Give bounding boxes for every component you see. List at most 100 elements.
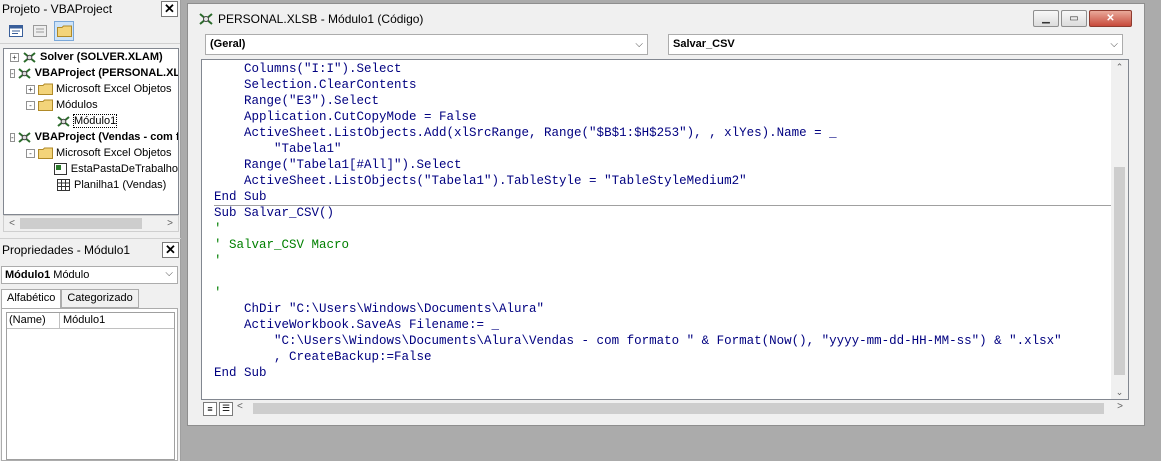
folder-icon [37,98,53,112]
code-bottom-bar: ≡ ☰ < > [201,400,1129,417]
code-line[interactable]: End Sub [214,365,1111,381]
view-object-icon [33,24,47,37]
code-window-titlebar: PERSONAL.XLSB - Módulo1 (Código) [188,4,1144,33]
procedure-view-button[interactable]: ≡ [203,401,217,416]
scroll-thumb[interactable] [1114,167,1125,375]
close-icon: ✕ [165,241,176,257]
tab-categorizado[interactable]: Categorizado [61,289,139,308]
code-comment-line[interactable]: ' [214,253,1111,269]
scroll-thumb[interactable] [20,218,142,229]
tree-item[interactable]: + Solver (SOLVER.XLAM) [4,49,178,65]
code-line[interactable]: Sub Salvar_CSV() [214,205,1111,221]
close-window-button[interactable]: ✕ [1089,10,1132,27]
vba-project-icon [21,50,37,64]
scroll-down-icon[interactable]: ⌄ [1111,387,1128,398]
property-row[interactable]: (Name) Módulo1 [7,313,174,329]
scroll-right-icon[interactable]: > [1117,401,1123,412]
code-line[interactable]: ChDir "C:\Users\Windows\Documents\Alura" [214,301,1111,317]
tree-item-label: Microsoft Excel Objetos [56,147,172,159]
workbook-icon [54,162,68,176]
object-select[interactable]: Módulo1 Módulo ⌵ [1,266,178,284]
code-line[interactable]: "Tabela1" [214,141,1111,157]
close-icon: ✕ [164,1,175,16]
code-line[interactable]: Range("E3").Select [214,93,1111,109]
scroll-left-icon[interactable]: < [237,401,243,412]
tree-item-label: Planilha1 (Vendas) [74,179,167,191]
view-object-button[interactable] [30,21,50,41]
code-comment-line[interactable]: ' [214,221,1111,237]
code-line[interactable]: Application.CutCopyMode = False [214,109,1111,125]
scroll-left-icon[interactable]: < [4,218,20,229]
tree-item[interactable]: - VBAProject (PERSONAL.XLSB) [4,65,178,81]
project-tree[interactable]: + Solver (SOLVER.XLAM) - VBAProject (PERSON… [3,48,179,215]
module-icon [55,114,71,128]
maximize-icon: ▭ [1069,13,1079,24]
full-module-view-button[interactable]: ☰ [219,401,233,416]
code-window: PERSONAL.XLSB - Módulo1 (Código) ▁ ▭ ✕ (… [187,3,1145,426]
chevron-down-icon: ⌵ [635,39,643,50]
sheet-icon [55,178,71,192]
scroll-up-icon[interactable]: ⌃ [1111,62,1128,73]
procedure-combo[interactable]: Salvar_CSV ⌵ [668,34,1123,55]
tree-item[interactable]: - Microsoft Excel Objetos [4,145,178,161]
tree-item[interactable]: Módulo1 [4,113,178,129]
properties-table: (Name) Módulo1 [6,312,175,460]
object-name: Módulo1 [5,269,51,281]
tree-item-label: Solver (SOLVER.XLAM) [40,51,163,63]
chevron-down-icon: ⌵ [1110,39,1118,50]
code-comment-line[interactable]: ' [214,285,1111,301]
property-name: (Name) [7,313,60,328]
code-hscrollbar[interactable]: < > [235,400,1129,417]
close-icon: ✕ [1106,13,1115,24]
collapse-icon[interactable]: - [26,148,35,158]
window-controls: ▁ ▭ ✕ [1033,10,1132,27]
code-line[interactable]: Columns("I:I").Select [214,61,1111,77]
tree-item[interactable]: - Módulos [4,97,178,113]
code-combos: (Geral) ⌵ Salvar_CSV ⌵ [205,34,1123,56]
minimize-button[interactable]: ▁ [1033,10,1059,27]
left-dock: Projeto - VBAProject ✕ + Solver (SOLVER.X… [0,0,181,461]
expand-icon[interactable]: + [10,52,19,62]
code-line[interactable]: End Sub [214,189,1111,205]
code-lines[interactable]: Columns("I:I").Select Selection.ClearCon… [214,61,1111,381]
scroll-right-icon[interactable]: > [162,218,178,229]
code-line[interactable]: ActiveSheet.ListObjects("Tabela1").Table… [214,173,1111,189]
close-properties-pane-button[interactable]: ✕ [162,241,179,258]
property-value[interactable]: Módulo1 [60,313,105,328]
collapse-icon[interactable]: - [10,132,15,142]
tree-item[interactable]: EstaPastaDeTrabalho [4,161,178,177]
code-line[interactable]: ActiveSheet.ListObjects.Add(xlSrcRange, … [214,125,1111,141]
collapse-icon[interactable]: - [10,68,15,78]
project-toolbar [0,18,180,44]
scroll-thumb[interactable] [253,403,1104,414]
folder-icon [37,146,53,160]
code-line[interactable]: Selection.ClearContents [214,77,1111,93]
project-tree-hscrollbar[interactable]: < > [3,215,179,232]
code-line[interactable]: Range("Tabela1[#All]").Select [214,157,1111,173]
collapse-icon[interactable]: - [26,100,35,110]
tree-item[interactable]: - VBAProject (Vendas - com formato) [4,129,178,145]
tree-item[interactable]: + Microsoft Excel Objetos [4,81,178,97]
close-project-pane-button[interactable]: ✕ [161,1,178,17]
code-line[interactable]: , CreateBackup:=False [214,349,1111,365]
code-line[interactable] [214,269,1111,285]
tree-item-label: VBAProject (PERSONAL.XLSB) [34,67,178,79]
object-combo[interactable]: (Geral) ⌵ [205,34,648,55]
properties-grid: (Name) Módulo1 [1,308,178,461]
code-line[interactable]: ActiveWorkbook.SaveAs Filename:= _ [214,317,1111,333]
tab-alfabetico[interactable]: Alfabético [1,289,62,309]
vba-project-icon [199,12,213,25]
folder-icon [56,25,72,37]
code-line[interactable]: "C:\Users\Windows\Documents\Alura\Vendas… [214,333,1111,349]
view-code-button[interactable] [6,21,26,41]
chevron-down-icon: ⌵ [165,268,173,279]
tree-item[interactable]: Planilha1 (Vendas) [4,177,178,193]
toggle-folders-button[interactable] [54,20,74,41]
expand-icon[interactable]: + [26,84,35,94]
code-vscrollbar[interactable]: ⌃ ⌄ [1111,60,1128,399]
code-editor[interactable]: Columns("I:I").Select Selection.ClearCon… [201,59,1129,400]
project-pane-titlebar: Projeto - VBAProject ✕ [0,0,180,18]
object-combo-value: (Geral) [210,38,246,50]
maximize-button[interactable]: ▭ [1061,10,1087,27]
code-comment-line[interactable]: ' Salvar_CSV Macro [214,237,1111,253]
